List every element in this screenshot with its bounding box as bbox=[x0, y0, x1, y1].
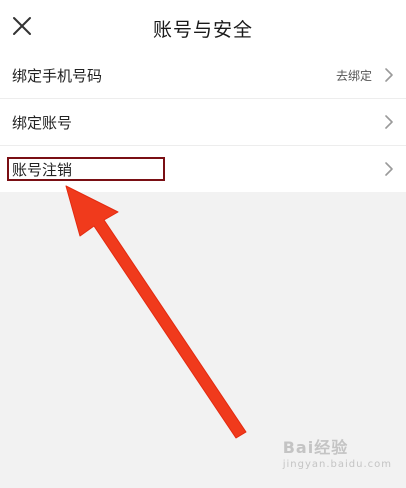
list-item-bind-phone[interactable]: 绑定手机号码 去绑定 bbox=[0, 52, 406, 99]
list-item-label: 绑定手机号码 bbox=[12, 67, 103, 85]
status-bar bbox=[0, 0, 406, 3]
screen: 账号与安全 绑定手机号码 去绑定 绑定账号 账号注销 Bai经验 jingyan… bbox=[0, 0, 406, 488]
chevron-right-icon bbox=[385, 68, 393, 82]
chevron-right-icon bbox=[385, 115, 393, 129]
page-title: 账号与安全 bbox=[152, 19, 253, 41]
chevron-right-icon bbox=[385, 162, 393, 176]
watermark: Bai经验 jingyan.baidu.com bbox=[283, 434, 392, 470]
list-item-label: 绑定账号 bbox=[12, 114, 73, 132]
top-bar: 账号与安全 bbox=[0, 0, 406, 52]
list-item-bind-account[interactable]: 绑定账号 bbox=[0, 99, 406, 146]
watermark-text: Bai经验 bbox=[282, 438, 349, 457]
watermark-sub: jingyan.baidu.com bbox=[282, 459, 392, 470]
list-item-value: 去绑定 bbox=[335, 69, 372, 83]
highlight-box bbox=[7, 157, 165, 181]
